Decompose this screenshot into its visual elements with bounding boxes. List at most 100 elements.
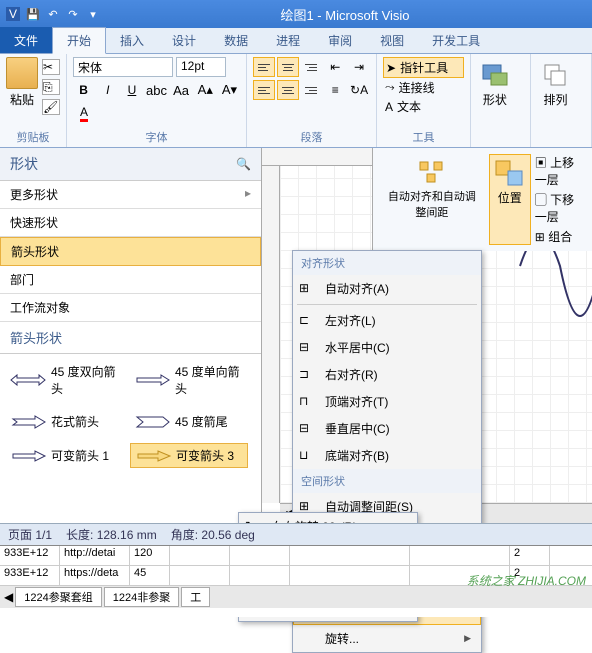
- shape-var1[interactable]: 可变箭头 1: [6, 443, 124, 468]
- save-icon[interactable]: 💾: [24, 5, 42, 23]
- ribbon-tabs: 文件 开始 插入 设计 数据 进程 审阅 视图 开发工具: [0, 28, 592, 54]
- send-backward[interactable]: ▢ 下移一层: [535, 191, 586, 225]
- svg-text:V: V: [9, 7, 17, 21]
- align-bottom-icon: ⊔: [299, 448, 315, 464]
- sheet-tab-1[interactable]: 1224参聚套组: [15, 587, 101, 607]
- align-right-icon[interactable]: [301, 80, 323, 100]
- menu-align-vcenter[interactable]: ⊟垂直居中(C): [293, 415, 481, 442]
- italic-button[interactable]: I: [97, 80, 118, 100]
- menu-align-bottom[interactable]: ⊔底端对齐(B): [293, 442, 481, 469]
- align-top-left-icon[interactable]: [253, 57, 275, 77]
- shape-var3[interactable]: 可变箭头 3: [130, 443, 248, 468]
- group-tools: ➤指针工具 ⤳连接线 A文本 工具: [377, 54, 471, 147]
- sheet-tab-2[interactable]: 1224非参聚: [104, 587, 179, 607]
- bring-forward[interactable]: ▣ 上移一层: [535, 154, 586, 188]
- arrow-bidir-icon: [9, 373, 47, 387]
- strike-button[interactable]: abc: [146, 80, 168, 100]
- align-right-icon: ⊐: [299, 367, 315, 383]
- shape-icon: [479, 59, 511, 91]
- group-font: 宋体 12pt B I U abc Aa A▴ A▾ A 字体: [67, 54, 247, 147]
- font-name-select[interactable]: 宋体: [73, 57, 173, 77]
- copy-icon[interactable]: ⎘: [42, 79, 60, 95]
- align-top-icon: ⊓: [299, 394, 315, 410]
- menu-rotate-more[interactable]: 旋转...▶: [293, 625, 481, 652]
- qat-dropdown-icon[interactable]: ▾: [84, 5, 102, 23]
- shape-cat-dept[interactable]: 部门: [0, 266, 261, 294]
- group-paragraph: ⇤ ⇥ ≡ ↻A 段落: [247, 54, 377, 147]
- visio-icon[interactable]: V: [4, 5, 22, 23]
- menu-align-top[interactable]: ⊓顶端对齐(T): [293, 388, 481, 415]
- auto-align-icon: [416, 158, 448, 186]
- align-center-icon[interactable]: [277, 80, 299, 100]
- group-shapes[interactable]: ⊞ 组合: [535, 228, 586, 245]
- underline-button[interactable]: U: [121, 80, 142, 100]
- text-tool[interactable]: A文本: [383, 97, 464, 116]
- tab-data[interactable]: 数据: [210, 28, 262, 53]
- shape-45-uni[interactable]: 45 度单向箭头: [130, 360, 248, 400]
- redo-icon[interactable]: ↷: [64, 5, 82, 23]
- paste-button[interactable]: 粘贴: [6, 57, 38, 115]
- tab-insert[interactable]: 插入: [106, 28, 158, 53]
- menu-align-right[interactable]: ⊐右对齐(R): [293, 361, 481, 388]
- align-hcenter-icon: ⊟: [299, 340, 315, 356]
- tab-review[interactable]: 审阅: [314, 28, 366, 53]
- connector-tool[interactable]: ⤳连接线: [383, 78, 464, 97]
- shape-cat-more[interactable]: 更多形状▸: [0, 181, 261, 209]
- pointer-tool[interactable]: ➤指针工具: [383, 57, 464, 78]
- menu-align-hcenter[interactable]: ⊟水平居中(C): [293, 334, 481, 361]
- menu-auto-align[interactable]: ⊞自动对齐(A): [293, 275, 481, 302]
- window-title: 绘图1 - Microsoft Visio: [102, 5, 588, 24]
- table-row[interactable]: 933E+12 http://detai 120 2: [0, 546, 592, 566]
- case-button[interactable]: Aa: [171, 80, 192, 100]
- quick-access-toolbar: V 💾 ↶ ↷ ▾: [4, 5, 102, 23]
- arrow-tail-icon: [133, 415, 171, 429]
- cut-icon[interactable]: ✂: [42, 59, 60, 75]
- ribbon: 粘贴 ✂ ⎘ 🖌 剪贴板 宋体 12pt B I U abc Aa A▴ A▾ …: [0, 54, 592, 148]
- shrink-font-icon[interactable]: A▾: [219, 80, 240, 100]
- arrange-panel: 自动对齐和自动调整间距 位置 ▣ 上移一层 ▢ 下移一层 ⊞ 组合: [372, 148, 592, 251]
- bold-button[interactable]: B: [73, 80, 94, 100]
- shape-fancy[interactable]: 花式箭头: [6, 410, 124, 433]
- tab-process[interactable]: 进程: [262, 28, 314, 53]
- arrow-var1-icon: [9, 449, 47, 463]
- font-color-button[interactable]: A: [73, 103, 95, 123]
- sheet-nav-prev-icon[interactable]: ◀: [4, 590, 13, 604]
- sheet-tabs: ◀ 1224参聚套组 1224非参聚 工: [0, 586, 592, 608]
- text-icon: A: [385, 100, 393, 114]
- align-top-center-icon[interactable]: [277, 57, 299, 77]
- bullets-icon[interactable]: ≡: [324, 80, 346, 100]
- tab-view[interactable]: 视图: [366, 28, 418, 53]
- group-clipboard: 粘贴 ✂ ⎘ 🖌 剪贴板: [0, 54, 67, 147]
- position-button[interactable]: 位置: [489, 154, 531, 245]
- chevron-right-icon: ▶: [464, 633, 471, 644]
- shape-45-bidir[interactable]: 45 度双向箭头: [6, 360, 124, 400]
- format-painter-icon[interactable]: 🖌: [42, 99, 60, 115]
- clipboard-group-label: 剪贴板: [0, 129, 66, 145]
- shape-tail[interactable]: 45 度箭尾: [130, 410, 248, 433]
- menu-align-left[interactable]: ⊏左对齐(L): [293, 307, 481, 334]
- shape-button[interactable]: 形状: [477, 57, 513, 110]
- arrange-button[interactable]: 排列: [537, 57, 573, 110]
- rotate-text-icon[interactable]: ↻A: [348, 80, 370, 100]
- shape-cat-quick[interactable]: 快速形状: [0, 209, 261, 237]
- status-length: 长度: 128.16 mm: [66, 526, 157, 543]
- indent-increase-icon[interactable]: ⇥: [348, 57, 370, 77]
- tab-home[interactable]: 开始: [52, 27, 106, 54]
- align-left-icon[interactable]: [253, 80, 275, 100]
- shape-cat-arrows[interactable]: 箭头形状: [0, 237, 261, 266]
- search-icon[interactable]: 🔍: [236, 157, 251, 171]
- shape-cat-workflow[interactable]: 工作流对象: [0, 294, 261, 322]
- indent-decrease-icon[interactable]: ⇤: [324, 57, 346, 77]
- titlebar: V 💾 ↶ ↷ ▾ 绘图1 - Microsoft Visio: [0, 0, 592, 28]
- auto-align-icon: ⊞: [299, 281, 315, 297]
- connector-icon: ⤳: [385, 80, 395, 95]
- grow-font-icon[interactable]: A▴: [195, 80, 216, 100]
- undo-icon[interactable]: ↶: [44, 5, 62, 23]
- tab-file[interactable]: 文件: [0, 27, 52, 53]
- sheet-tab-3[interactable]: 工: [181, 587, 210, 607]
- font-size-select[interactable]: 12pt: [176, 57, 226, 77]
- tab-developer[interactable]: 开发工具: [418, 28, 494, 53]
- auto-align-button[interactable]: 自动对齐和自动调整间距: [379, 154, 485, 245]
- tab-design[interactable]: 设计: [158, 28, 210, 53]
- align-top-right-icon[interactable]: [301, 57, 323, 77]
